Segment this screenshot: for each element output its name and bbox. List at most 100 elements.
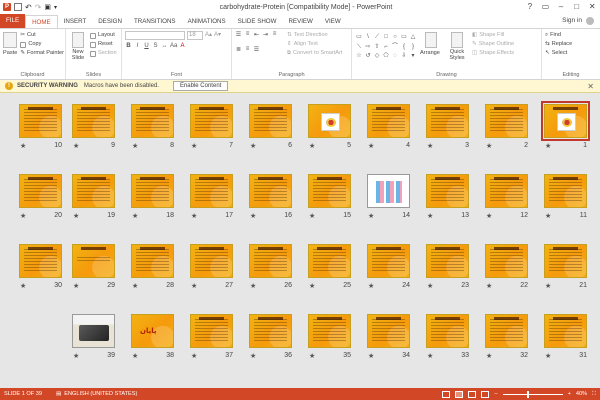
slide-animation-star-icon[interactable]: ★: [368, 352, 374, 360]
slide-thumbnail[interactable]: [190, 244, 233, 278]
slide-thumbnail[interactable]: [426, 314, 469, 348]
line-shape-icon[interactable]: \: [364, 33, 372, 42]
slide-animation-star-icon[interactable]: ★: [368, 142, 374, 150]
connector-shape-icon[interactable]: ⌐: [382, 43, 390, 52]
shape-icon[interactable]: ⬠: [382, 52, 390, 61]
enable-content-button[interactable]: Enable Content: [172, 81, 229, 91]
char-spacing-icon[interactable]: ↔: [161, 43, 168, 49]
slide-thumbnail[interactable]: [308, 314, 351, 348]
slide-animation-star-icon[interactable]: ★: [73, 142, 79, 150]
shape-icon[interactable]: ◌: [391, 52, 399, 61]
oval-shape-icon[interactable]: ○: [391, 33, 399, 42]
slide-animation-star-icon[interactable]: ★: [545, 282, 551, 290]
font-color-icon[interactable]: A: [179, 43, 186, 49]
rectangle-shape-icon[interactable]: ▭: [400, 33, 408, 42]
slide-animation-star-icon[interactable]: ★: [250, 142, 256, 150]
slide-animation-star-icon[interactable]: ★: [309, 282, 315, 290]
replace-button[interactable]: ⇆ Replace: [545, 40, 597, 49]
slide-thumbnail[interactable]: [367, 314, 410, 348]
slide-thumbnail[interactable]: [367, 244, 410, 278]
slide-animation-star-icon[interactable]: ★: [191, 282, 197, 290]
tab-transitions[interactable]: TRANSITIONS: [128, 15, 182, 28]
normal-view-icon[interactable]: [442, 390, 451, 398]
bold-icon[interactable]: B: [125, 43, 132, 49]
decrease-indent-icon[interactable]: ⇤: [253, 31, 260, 44]
slide-thumbnail[interactable]: [72, 244, 115, 278]
select-button[interactable]: ↖ Select: [545, 49, 597, 58]
tab-design[interactable]: DESIGN: [92, 15, 128, 28]
text-direction-button[interactable]: ⇅ Text Direction: [287, 31, 342, 40]
slide-animation-star-icon[interactable]: ★: [545, 352, 551, 360]
zoom-in-icon[interactable]: +: [568, 391, 571, 397]
slide-thumbnail[interactable]: [485, 104, 528, 138]
reset-button[interactable]: Reset: [90, 40, 117, 49]
customize-toolbar-icon[interactable]: ▾: [54, 4, 57, 11]
slide-thumbnail[interactable]: [19, 174, 62, 208]
slide-thumbnail[interactable]: [249, 244, 292, 278]
triangle-shape-icon[interactable]: △: [409, 33, 417, 42]
underline-icon[interactable]: U: [143, 43, 150, 49]
slide-animation-star-icon[interactable]: ★: [250, 282, 256, 290]
italic-icon[interactable]: I: [134, 43, 141, 49]
grow-font-icon[interactable]: A▴: [205, 31, 212, 40]
reading-view-icon[interactable]: [468, 390, 477, 398]
slide-animation-star-icon[interactable]: ★: [191, 212, 197, 220]
slide-thumbnail[interactable]: [308, 174, 351, 208]
slide-thumbnail[interactable]: [308, 244, 351, 278]
slide-thumbnail[interactable]: [72, 104, 115, 138]
help-button[interactable]: ?: [522, 0, 538, 14]
slide-thumbnail[interactable]: [367, 104, 410, 138]
slide-thumbnail[interactable]: [72, 174, 115, 208]
increase-indent-icon[interactable]: ⇥: [262, 31, 269, 44]
more-shapes-icon[interactable]: ▾: [409, 52, 417, 61]
rectangle-shape-icon[interactable]: □: [382, 33, 390, 42]
tab-animations[interactable]: ANIMATIONS: [182, 15, 232, 28]
slide-animation-star-icon[interactable]: ★: [250, 212, 256, 220]
sign-in-link[interactable]: Sign in: [562, 14, 582, 28]
line-shape-icon[interactable]: ⟋: [373, 33, 381, 42]
powerpoint-app-icon[interactable]: P: [3, 3, 11, 11]
slide-thumbnail[interactable]: [541, 101, 590, 141]
slide-thumbnail[interactable]: [544, 314, 587, 348]
redo-icon[interactable]: ↷: [35, 3, 42, 12]
slide-animation-star-icon[interactable]: ★: [486, 212, 492, 220]
rectangle-shape-icon[interactable]: ▭: [355, 33, 363, 42]
slide-thumbnail[interactable]: [308, 104, 351, 138]
slide-animation-star-icon[interactable]: ★: [486, 282, 492, 290]
shape-outline-button[interactable]: ✎ Shape Outline: [472, 40, 514, 49]
slide-animation-star-icon[interactable]: ★: [20, 282, 26, 290]
slide-animation-star-icon[interactable]: ★: [73, 352, 79, 360]
slide-animation-star-icon[interactable]: ★: [309, 212, 315, 220]
arrow-shape-icon[interactable]: ⇨: [364, 43, 372, 52]
slide-thumbnail[interactable]: [249, 104, 292, 138]
slide-animation-star-icon[interactable]: ★: [132, 142, 138, 150]
tab-insert[interactable]: INSERT: [58, 15, 93, 28]
slide-show-view-icon[interactable]: [481, 390, 490, 398]
language-indicator[interactable]: ENGLISH (UNITED STATES): [64, 391, 137, 397]
slide-thumbnail[interactable]: [19, 104, 62, 138]
align-left-icon[interactable]: ≡: [271, 31, 278, 44]
slide-animation-star-icon[interactable]: ★: [20, 142, 26, 150]
fit-slide-icon[interactable]: ⛶: [592, 391, 596, 398]
slide-thumbnail[interactable]: [190, 174, 233, 208]
shrink-font-icon[interactable]: A▾: [214, 31, 221, 40]
undo-icon[interactable]: ↶: [25, 3, 32, 12]
slide-animation-star-icon[interactable]: ★: [486, 352, 492, 360]
arrow-shape-icon[interactable]: ⇧: [373, 43, 381, 52]
maximize-button[interactable]: □: [569, 0, 585, 14]
bullets-icon[interactable]: ☰: [235, 31, 242, 44]
slide-thumbnail[interactable]: [485, 244, 528, 278]
slide-thumbnail[interactable]: [544, 174, 587, 208]
section-button[interactable]: Section: [90, 49, 117, 58]
slide-animation-star-icon[interactable]: ★: [427, 282, 433, 290]
numbering-icon[interactable]: ≡: [244, 31, 251, 44]
user-icon[interactable]: [586, 17, 594, 25]
close-icon[interactable]: ✕: [587, 82, 594, 91]
slide-thumbnail[interactable]: [19, 244, 62, 278]
justify-icon[interactable]: ☰: [253, 46, 260, 59]
slide-animation-star-icon[interactable]: ★: [427, 352, 433, 360]
brace-shape-icon[interactable]: }: [409, 43, 417, 52]
slide-animation-star-icon[interactable]: ★: [191, 352, 197, 360]
shapes-gallery[interactable]: ▭ \ ⟋ □ ○ ▭ △ ⟍ ⇨ ⇧ ⌐ ⌒{} ☆ ↺ ◇ ⬠ ◌ ⇩ ▾: [355, 33, 417, 61]
slide-animation-star-icon[interactable]: ★: [250, 352, 256, 360]
